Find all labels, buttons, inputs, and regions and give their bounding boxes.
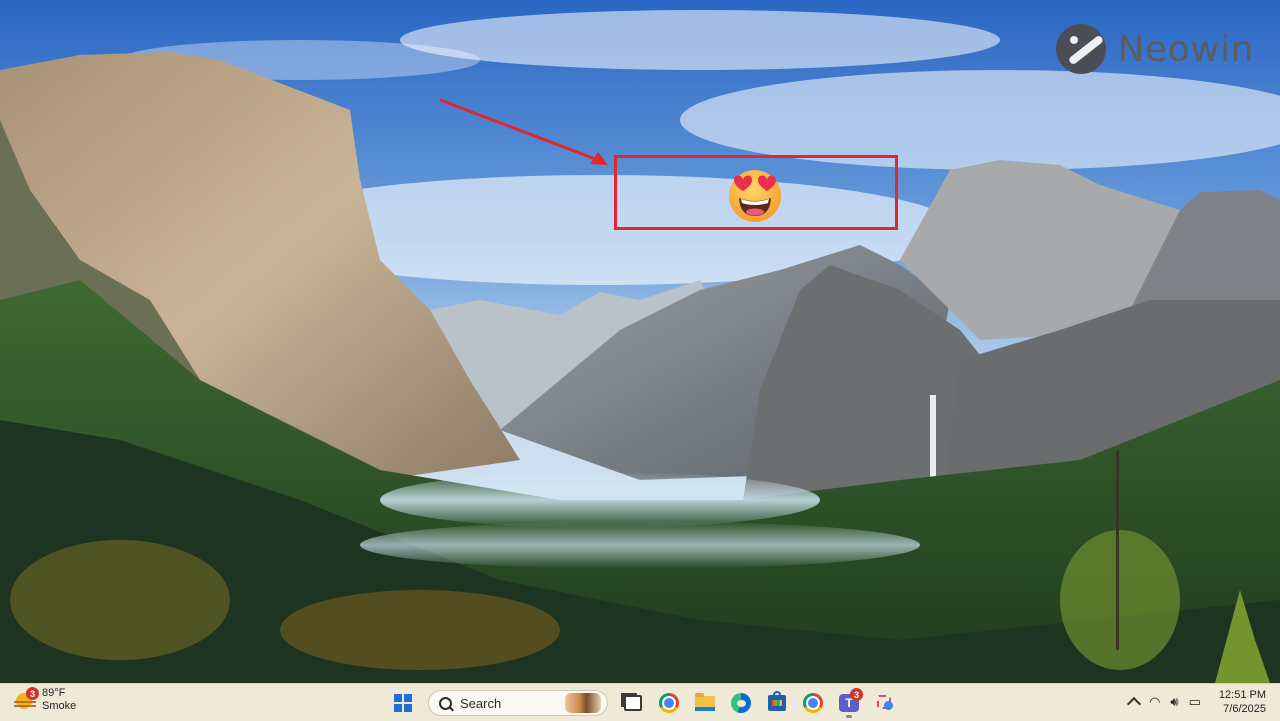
chrome-profile-button[interactable]: [798, 688, 828, 718]
taskbar: 3 89°F Smoke Search T 3 ◠ 🔊︎ ▭ 12:51 PM …: [0, 683, 1280, 721]
store-icon: [768, 691, 786, 711]
edge-icon: [731, 693, 751, 713]
chrome-icon: [659, 693, 679, 713]
clock[interactable]: 12:51 PM 7/6/2025: [1219, 688, 1266, 716]
snipping-tool-button[interactable]: [870, 688, 900, 718]
system-tray: ◠ 🔊︎ ▭ 12:51 PM 7/6/2025: [1126, 688, 1266, 716]
snipping-tool-icon: [876, 694, 894, 712]
search-highlight-image: [565, 693, 601, 713]
search-box[interactable]: Search: [428, 690, 608, 716]
battery-icon[interactable]: ▭: [1189, 694, 1201, 710]
store-button[interactable]: [762, 688, 792, 718]
taskbar-center: Search T 3: [388, 688, 900, 718]
heart-eyes-emoji-icon[interactable]: [726, 166, 784, 224]
task-view-button[interactable]: [618, 688, 648, 718]
weather-widget[interactable]: 3 89°F Smoke: [14, 687, 76, 713]
folder-icon: [695, 692, 715, 711]
annotation-arrow: [439, 98, 599, 162]
active-indicator: [846, 715, 852, 718]
task-view-icon: [624, 695, 642, 711]
edge-button[interactable]: [726, 688, 756, 718]
hazy-sun-icon: 3: [14, 687, 39, 711]
annotation-layer: [439, 98, 608, 165]
chrome-button[interactable]: [654, 688, 684, 718]
clock-time: 12:51 PM: [1218, 689, 1266, 701]
start-button[interactable]: [388, 688, 418, 718]
weather-condition: Smoke: [42, 700, 77, 712]
windows-logo-icon: [394, 694, 412, 712]
search-label: Search: [460, 695, 502, 711]
chevron-up-icon[interactable]: [1126, 696, 1142, 712]
file-explorer-button[interactable]: [690, 688, 720, 718]
teams-badge: 3: [850, 688, 863, 701]
volume-icon[interactable]: 🔊︎: [1170, 694, 1178, 710]
weather-temperature: 89°F: [42, 687, 66, 699]
search-icon: [439, 696, 452, 710]
clock-date: 7/6/2025: [1223, 703, 1266, 715]
chrome-icon: [803, 693, 823, 713]
wifi-icon[interactable]: ◠: [1149, 694, 1160, 710]
weather-badge: 3: [26, 687, 39, 700]
desktop-wallpaper: Neowin: [0, 0, 1280, 683]
teams-button[interactable]: T 3: [834, 688, 864, 718]
